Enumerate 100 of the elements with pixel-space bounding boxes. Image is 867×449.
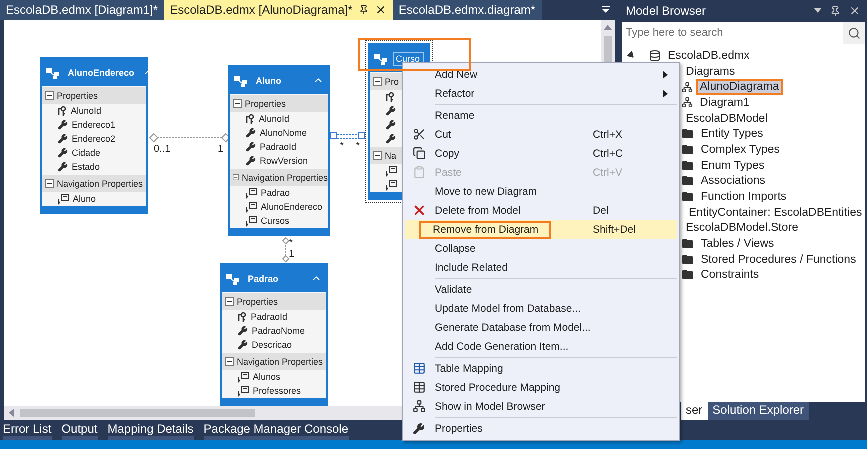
property-name: AlunoNome [260, 128, 308, 138]
menu-item[interactable]: Add Code Generation Item... [405, 337, 677, 356]
menu-item[interactable]: Include Related [405, 258, 677, 277]
navigation-property: Professores [253, 386, 302, 396]
menu-item[interactable]: Collapse [405, 239, 677, 258]
expanded-icon[interactable] [626, 50, 636, 61]
tree-item[interactable]: Diagrams [682, 64, 740, 80]
menu-item[interactable]: Stored Procedure Mapping [405, 378, 677, 397]
section-header: Pro [385, 76, 400, 86]
dropdown-icon[interactable] [601, 5, 611, 15]
wrench-icon [413, 422, 425, 434]
property-name: Descricao [252, 340, 292, 350]
scroll-left-icon[interactable] [8, 409, 14, 417]
grid-icon [412, 381, 426, 394]
navigation-property: AlunoEndereco [261, 202, 323, 212]
panel-tab[interactable]: Solution Explorer [708, 402, 810, 420]
section-header: Properties [245, 98, 286, 108]
tree-item[interactable]: Stored Procedures / Functions [697, 252, 860, 268]
section-header: Properties [57, 90, 98, 100]
property-name: PadraoId [260, 142, 297, 152]
section-header: Navigation Properties [237, 356, 324, 366]
tree-item[interactable]: Enum Types [697, 158, 769, 174]
tree-item[interactable]: AlunoDiagrama [696, 79, 784, 96]
entity-name: Padrao [247, 272, 280, 286]
scissors-icon [412, 128, 426, 141]
folder-icon [682, 238, 694, 250]
tree-item[interactable]: EscolaDB.edmx [664, 48, 754, 64]
section-header: Navigation Properties [242, 172, 328, 182]
menu-item[interactable]: Show in Model Browser [405, 397, 677, 416]
tree-item[interactable]: Entity Types [697, 126, 768, 142]
menu-item[interactable]: Generate Database from Model... [405, 318, 677, 337]
menu-item[interactable]: Delete from Model Del [405, 201, 677, 220]
dropdown-icon[interactable] [814, 8, 822, 14]
navigation-icon [246, 188, 257, 198]
pin-icon[interactable] [830, 6, 841, 16]
multiplicity-label: 1 [218, 144, 224, 155]
navigation-icon [246, 202, 257, 212]
menu-item[interactable]: Properties [405, 419, 677, 438]
close-icon[interactable] [374, 4, 387, 16]
folder-icon [682, 175, 694, 188]
association-line[interactable] [330, 132, 366, 140]
tree-item[interactable]: EscolaDBModel.Store [682, 220, 802, 236]
entity-name: Aluno [255, 74, 282, 88]
search-field[interactable]: Type here to search [622, 22, 843, 44]
tree-item[interactable]: Constraints [697, 267, 764, 284]
tree-item[interactable]: Associations [697, 173, 770, 190]
entity-shape[interactable]: Aluno Properties AlunoId AlunoNome PadraoId RowVersion Navigation Properties Padrao AlunoEndereco Cursos [228, 65, 330, 236]
navigation-property: Aluno [73, 194, 96, 204]
entity-icon [46, 66, 60, 78]
navigation-property: Cursos [261, 216, 290, 226]
navigation-icon [58, 194, 69, 204]
table-icon [412, 362, 426, 375]
copy-icon [412, 147, 426, 160]
navigation-icon [246, 216, 257, 226]
navigation-icon [386, 166, 397, 176]
navigation-icon [238, 386, 249, 396]
property-name: Cidade [72, 148, 101, 158]
pin-icon[interactable] [358, 5, 369, 15]
hierarchy-icon [682, 82, 693, 93]
folder-icon [682, 254, 694, 266]
tree-item[interactable]: EscolaDBModel [682, 110, 772, 127]
menu-item[interactable]: Remove from Diagram Shift+Del [405, 220, 677, 239]
hierarchy-icon [412, 400, 426, 413]
document-tab[interactable]: EscolaDB.edmx [AlunoDiagrama]* [164, 0, 393, 20]
multiplicity-label: * [289, 238, 293, 249]
navigation-icon [386, 180, 397, 190]
menu-item[interactable]: Update Model from Database... [405, 299, 677, 318]
property-name: Endereco2 [72, 134, 116, 144]
tree-item[interactable]: Complex Types [697, 142, 784, 158]
tree-item[interactable]: Function Imports [697, 189, 791, 206]
entity-icon [374, 52, 388, 64]
panel-title: Model Browser [626, 4, 708, 18]
close-icon[interactable] [849, 5, 861, 17]
folder-icon [682, 144, 694, 156]
folder-icon [682, 128, 694, 140]
search-icon[interactable] [848, 26, 860, 40]
entity-shape[interactable]: Padrao Properties PadraoId PadraoNome Descricao Navigation Properties Alunos Professores [220, 263, 328, 406]
association-line[interactable] [282, 237, 290, 263]
document-tab[interactable]: EscolaDB.edmx.diagram* [392, 0, 542, 20]
multiplicity-label: 0..1 [154, 144, 171, 155]
tree-item[interactable]: Diagram1 [696, 94, 754, 111]
menu-item[interactable]: Table Mapping [405, 359, 677, 378]
tree-item[interactable]: Tables / Views [697, 236, 778, 252]
multiplicity-label: 1 [289, 249, 295, 260]
tree-item[interactable]: EntityContainer: EscolaDBEntities [685, 204, 866, 221]
panel-tab[interactable]: ser [681, 402, 708, 420]
association-line[interactable] [149, 133, 231, 143]
menu-item[interactable]: Validate [405, 280, 677, 299]
document-tab[interactable]: EscolaDB.edmx [Diagram1]* [0, 0, 164, 20]
scroll-thumb[interactable] [20, 409, 255, 417]
scroll-up-icon[interactable] [604, 24, 612, 30]
multiplicity-label: * [356, 141, 360, 152]
section-header: Na [385, 150, 397, 160]
property-name: Estado [72, 162, 100, 172]
property-name: AlunoId [71, 106, 102, 116]
navigation-property: Alunos [253, 372, 281, 382]
entity-icon [226, 272, 240, 284]
folder-icon [682, 160, 694, 172]
hierarchy-icon [682, 97, 693, 108]
folder-icon [682, 269, 694, 282]
